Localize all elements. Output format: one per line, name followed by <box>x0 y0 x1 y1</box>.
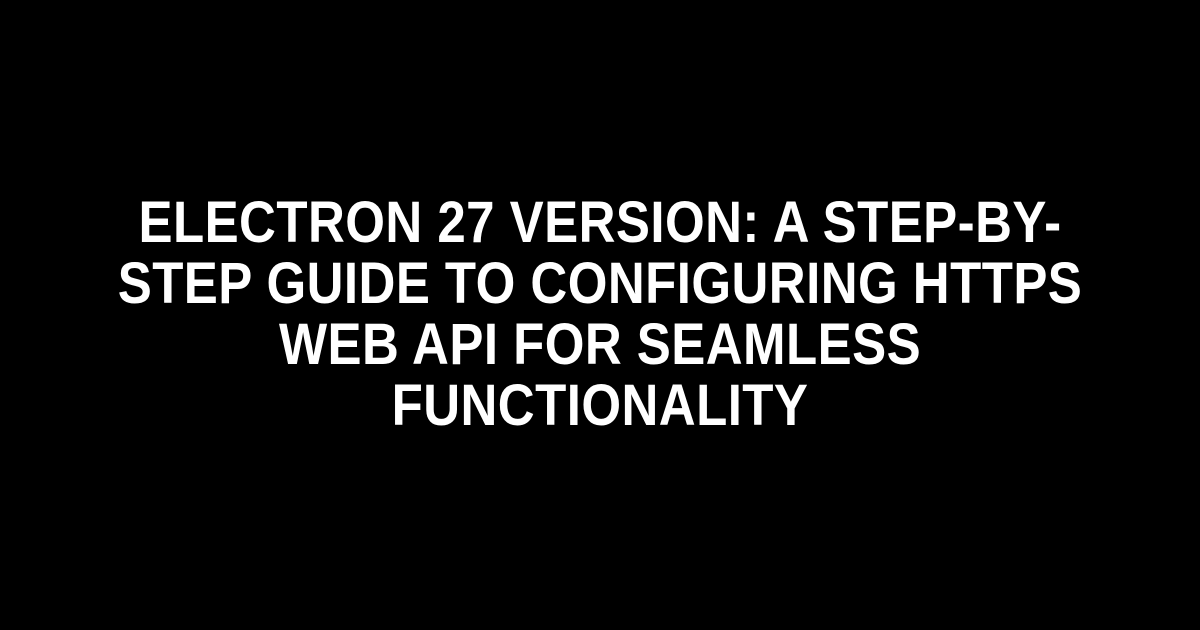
page-title: Electron 27 Version: A Step-by-Step Guid… <box>72 193 1128 437</box>
